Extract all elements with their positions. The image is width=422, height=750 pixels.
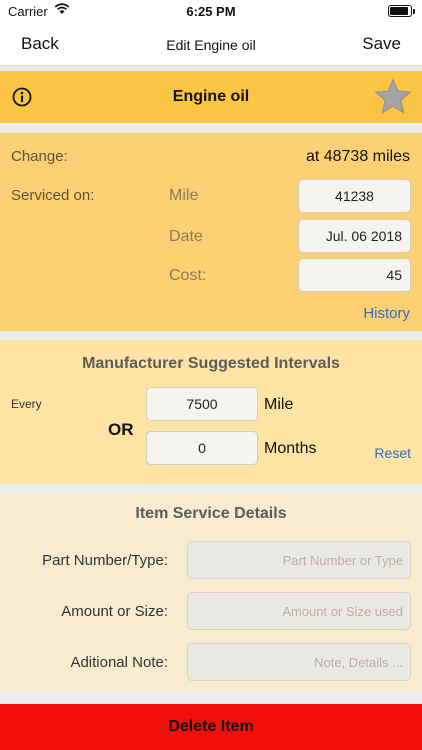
mile-field[interactable]: 41238 xyxy=(298,179,411,213)
part-number-label: Part Number/Type: xyxy=(42,552,168,569)
cost-field[interactable]: 45 xyxy=(298,258,411,292)
item-name: Engine oil xyxy=(172,88,250,105)
item-header: Engine oil xyxy=(0,71,422,123)
part-number-input[interactable] xyxy=(187,541,411,579)
mile-label: Mile xyxy=(169,187,199,204)
interval-months-unit: Months xyxy=(264,440,317,457)
page-title: Edit Engine oil xyxy=(166,37,256,53)
intervals-card: Manufacturer Suggested Intervals Every O… xyxy=(0,340,422,484)
amount-label: Amount or Size: xyxy=(61,603,168,620)
details-heading: Item Service Details xyxy=(135,505,287,522)
change-label: Change: xyxy=(11,148,68,165)
status-bar: Carrier 6:25 PM xyxy=(0,0,422,22)
clock: 6:25 PM xyxy=(186,4,236,19)
serviced-on-label: Serviced on: xyxy=(11,187,95,204)
date-field[interactable]: Jul. 06 2018 xyxy=(298,219,411,253)
note-label: Aditional Note: xyxy=(70,654,168,671)
navigation-bar: Back Edit Engine oil Save xyxy=(0,22,422,66)
amount-input[interactable] xyxy=(187,592,411,630)
service-card: Change: at 48738 miles Serviced on: Mile… xyxy=(0,133,422,331)
cost-label: Cost: xyxy=(169,267,207,284)
battery-icon xyxy=(388,5,415,17)
reset-link[interactable]: Reset xyxy=(374,445,411,461)
date-label: Date xyxy=(169,228,203,245)
every-label: Every xyxy=(11,397,42,411)
delete-item-button[interactable]: Delete Item xyxy=(0,704,422,750)
save-button[interactable]: Save xyxy=(362,34,401,54)
star-icon[interactable] xyxy=(372,77,414,117)
change-value: at 48738 miles xyxy=(305,148,410,165)
interval-months-field[interactable]: 0 xyxy=(146,431,258,465)
intervals-heading: Manufacturer Suggested Intervals xyxy=(82,355,340,372)
or-label: OR xyxy=(108,420,134,439)
note-input[interactable] xyxy=(187,643,411,681)
history-link[interactable]: History xyxy=(363,305,410,322)
interval-mile-field[interactable]: 7500 xyxy=(146,387,258,421)
details-card: Item Service Details Part Number/Type: A… xyxy=(0,493,422,691)
interval-mile-unit: Mile xyxy=(264,396,294,413)
